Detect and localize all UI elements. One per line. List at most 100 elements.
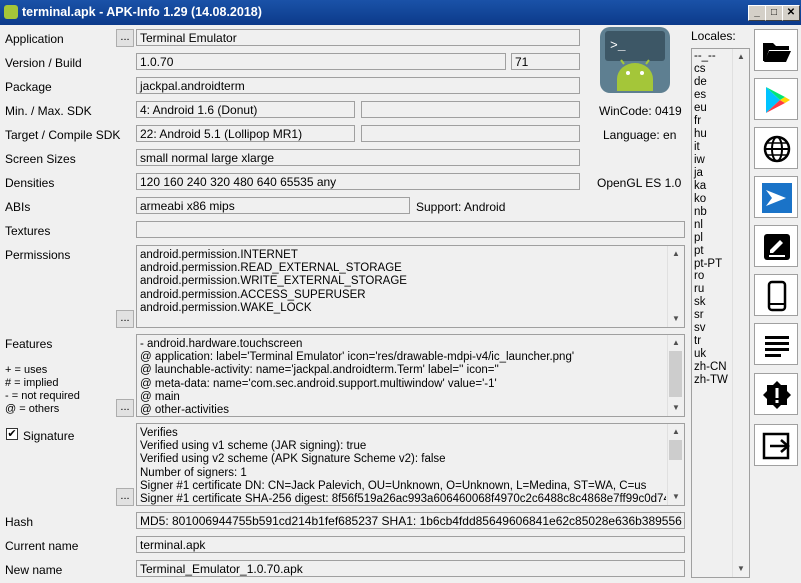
min-sdk-field[interactable]: 4: Android 1.6 (Donut) xyxy=(136,101,355,118)
scroll-down-arrow[interactable]: ▼ xyxy=(668,400,684,416)
label-version-build: Version / Build xyxy=(5,56,82,70)
device-button[interactable] xyxy=(754,274,798,316)
scroll-up-arrow[interactable]: ▲ xyxy=(668,424,684,440)
signature-more-button[interactable]: ... xyxy=(116,488,134,506)
locale-item: uk xyxy=(694,348,707,361)
permissions-text: android.permission.INTERNET android.permi… xyxy=(140,249,666,315)
title-bar[interactable]: terminal.apk - APK-Info 1.29 (14.08.2018… xyxy=(0,0,801,25)
label-min-max-sdk: Min. / Max. SDK xyxy=(5,104,92,118)
scroll-down-arrow[interactable]: ▼ xyxy=(733,561,749,577)
minimize-button[interactable]: _ xyxy=(748,5,766,21)
build-field[interactable]: 71 xyxy=(511,53,580,70)
label-densities: Densities xyxy=(5,176,55,190)
scroll-up-arrow[interactable]: ▲ xyxy=(668,246,684,262)
permissions-list[interactable]: android.permission.INTERNET android.permi… xyxy=(136,245,685,328)
screen-sizes-field[interactable]: small normal large xlarge xyxy=(136,149,580,166)
rename-button[interactable] xyxy=(754,225,798,267)
web-search-button[interactable] xyxy=(754,127,798,169)
new-name-field[interactable]: Terminal_Emulator_1.0.70.apk xyxy=(136,560,685,577)
features-scrollbar[interactable]: ▲ ▼ xyxy=(667,335,684,416)
feature-item: @ meta-data: name='com.sec.android.suppo… xyxy=(140,377,497,390)
label-current-name: Current name xyxy=(5,539,79,553)
locale-item: pl xyxy=(694,231,703,244)
permission-item: android.permission.INTERNET xyxy=(140,249,298,261)
play-store-icon xyxy=(766,87,790,113)
feature-item: @ main xyxy=(140,390,180,403)
opengl-label: OpenGL ES 1.0 xyxy=(597,176,682,190)
locale-item: ka xyxy=(694,179,707,192)
play-store-button[interactable] xyxy=(754,78,798,120)
locales-list[interactable]: --_-- cs de es eu fr hu it iw ja ka ko nb nl pl pt pt-PT… xyxy=(691,48,750,578)
scroll-thumb[interactable] xyxy=(669,440,682,460)
exit-button[interactable] xyxy=(754,424,798,466)
legend-implied: # = implied xyxy=(5,377,59,389)
feature-item: @ other-activities xyxy=(140,404,230,417)
features-list[interactable]: - android.hardware.touchscreen @ applicat… xyxy=(136,334,685,417)
target-sdk-field[interactable]: 22: Android 5.1 (Lollipop MR1) xyxy=(136,125,355,142)
label-permissions: Permissions xyxy=(5,248,71,262)
densities-field[interactable]: 120 160 240 320 480 640 65535 any xyxy=(136,173,580,190)
locales-scrollbar[interactable]: ▲ ▼ xyxy=(732,49,749,577)
label-application: Application xyxy=(5,32,64,46)
alert-button[interactable] xyxy=(754,373,798,415)
locales-items: --_-- cs de es eu fr hu it iw ja ka ko nb nl pl pt pt-PT… xyxy=(694,50,728,387)
scroll-up-arrow[interactable]: ▲ xyxy=(668,335,684,351)
signature-line: Signer #1 certificate SHA-256 digest: 8f… xyxy=(140,493,666,506)
signature-text: Verifies Verified using v1 scheme (JAR si… xyxy=(140,427,666,506)
permission-item: android.permission.WAKE_LOCK xyxy=(140,301,312,314)
abis-field[interactable]: armeabi x86 mips xyxy=(136,197,410,214)
open-file-button[interactable] xyxy=(754,29,798,71)
permissions-more-button[interactable]: ... xyxy=(116,310,134,328)
max-sdk-field[interactable] xyxy=(361,101,580,118)
compile-sdk-field[interactable] xyxy=(361,125,580,142)
locale-item: tr xyxy=(694,335,702,348)
label-new-name: New name xyxy=(5,563,63,577)
smartphone-icon xyxy=(767,280,787,312)
application-more-button[interactable]: ... xyxy=(116,29,134,47)
locale-item: cs xyxy=(694,62,706,75)
locale-item: iw xyxy=(694,153,705,166)
support-label: Support: Android xyxy=(416,200,506,214)
locale-item: --_-- xyxy=(694,50,716,62)
apkmirror-button[interactable] xyxy=(754,176,798,218)
apkmirror-icon xyxy=(762,183,792,213)
locale-item: it xyxy=(694,140,700,153)
textures-field[interactable] xyxy=(136,221,685,238)
features-more-button[interactable]: ... xyxy=(116,399,134,417)
signature-line: Verifies xyxy=(140,427,178,439)
signature-line: Number of signers: 1 xyxy=(140,466,247,479)
details-button[interactable] xyxy=(754,323,798,365)
menu-lines-icon xyxy=(765,336,789,357)
exit-icon xyxy=(762,432,790,460)
maximize-button[interactable]: □ xyxy=(765,5,783,21)
package-field[interactable]: jackpal.androidterm xyxy=(136,77,580,94)
permissions-scrollbar[interactable]: ▲ ▼ xyxy=(667,246,684,327)
version-field[interactable]: 1.0.70 xyxy=(136,53,506,70)
label-signature: Signature xyxy=(23,429,75,443)
hash-field[interactable]: MD5: 801006944755b591cd214b1fef685237 SH… xyxy=(136,512,685,529)
label-target-compile-sdk: Target / Compile SDK xyxy=(5,128,121,142)
scroll-thumb[interactable] xyxy=(669,351,682,397)
close-button[interactable]: ✕ xyxy=(782,5,800,21)
signature-line: Verified using v2 scheme (APK Signature … xyxy=(140,453,446,466)
permission-item: android.permission.ACCESS_SUPERUSER xyxy=(140,288,366,301)
signature-list[interactable]: Verifies Verified using v1 scheme (JAR si… xyxy=(136,423,685,506)
permission-item: android.permission.READ_EXTERNAL_STORAGE xyxy=(140,262,402,275)
application-field[interactable]: Terminal Emulator xyxy=(136,29,580,46)
locales-label: Locales: xyxy=(691,29,736,43)
locale-item: pt-PT xyxy=(694,257,723,270)
signature-line: Verified using v1 scheme (JAR signing): … xyxy=(140,440,367,453)
language-label: Language: en xyxy=(603,128,677,142)
scroll-down-arrow[interactable]: ▼ xyxy=(668,489,684,505)
legend-uses: + = uses xyxy=(5,364,48,376)
signature-scrollbar[interactable]: ▲ ▼ xyxy=(667,424,684,505)
locale-item: ko xyxy=(694,192,707,205)
locale-item: ru xyxy=(694,283,705,296)
scroll-up-arrow[interactable]: ▲ xyxy=(733,49,749,65)
wincode-label: WinCode: 0419 xyxy=(599,104,682,118)
signature-checkbox[interactable]: ✔ xyxy=(6,428,18,440)
current-name-field[interactable]: terminal.apk xyxy=(136,536,685,553)
scroll-down-arrow[interactable]: ▼ xyxy=(668,311,684,327)
label-screen-sizes: Screen Sizes xyxy=(5,152,76,166)
legend-others: @ = others xyxy=(5,403,60,415)
